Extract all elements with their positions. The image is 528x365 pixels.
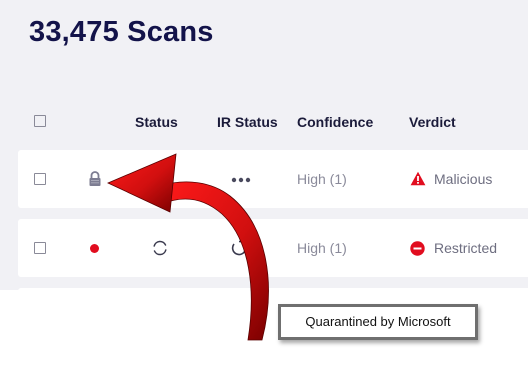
lock-icon [89,171,101,186]
table-row[interactable]: High (1) Restricted [18,219,528,277]
page-title: 33,475 Scans [29,16,214,48]
table-row[interactable]: High (1) Malicious [18,150,528,208]
clock-icon [231,240,247,256]
spinner-icon [153,240,167,256]
table-row[interactable] [18,288,528,294]
verdict-value: Restricted [434,240,498,256]
red-dot-icon [90,244,99,253]
row-checkbox[interactable] [34,173,46,185]
column-header-status[interactable]: Status [135,114,178,130]
confidence-value: High (1) [297,240,347,256]
column-header-verdict[interactable]: Verdict [409,114,456,130]
restricted-icon [410,241,425,256]
callout-box: Quarantined by Microsoft [278,304,478,340]
column-header-ir-status[interactable]: IR Status [217,114,278,130]
confidence-value: High (1) [297,171,347,187]
select-all-checkbox[interactable] [34,115,46,127]
row-checkbox[interactable] [34,242,46,254]
scans-panel: 33,475 Scans Status IR Status Confidence… [0,0,528,294]
table-header: Status IR Status Confidence Verdict [0,100,528,144]
verdict-value: Malicious [434,171,493,187]
column-header-confidence[interactable]: Confidence [297,114,373,130]
ellipsis-icon [231,177,251,183]
warning-icon [410,171,426,186]
